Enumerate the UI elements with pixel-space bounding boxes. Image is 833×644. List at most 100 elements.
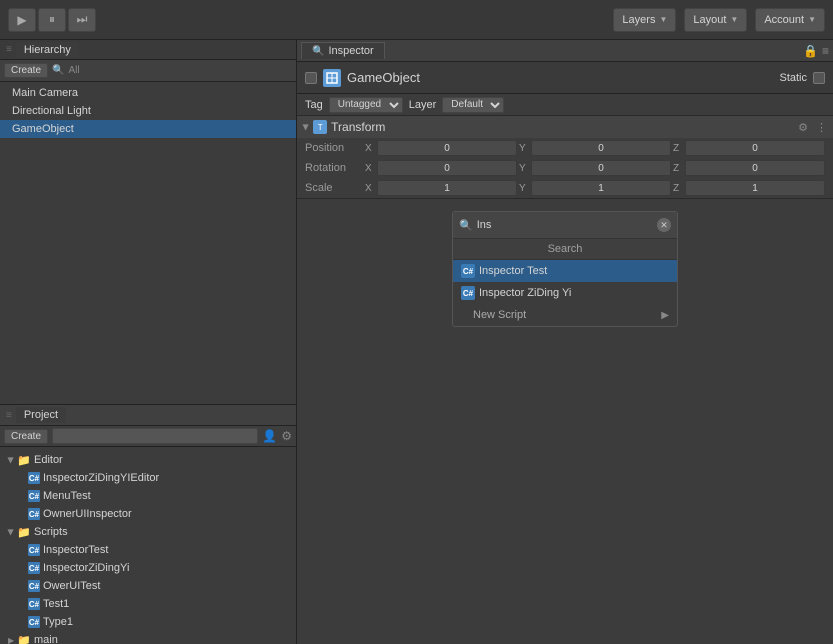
transform-label: Transform <box>331 120 385 134</box>
transform-component: ▶ T Transform ⚙ ⋮ Position X Y <box>297 116 833 199</box>
editor-folder-icon: 📁 <box>17 454 31 467</box>
transform-gear-icon[interactable]: ⚙ <box>798 121 808 134</box>
hierarchy-tab[interactable]: Hierarchy <box>16 42 79 58</box>
transform-header[interactable]: ▶ T Transform ⚙ ⋮ <box>297 116 833 138</box>
dropdown-item-inspector-zidingyi[interactable]: C# Inspector ZiDing Yi <box>453 282 677 304</box>
tree-item-test1[interactable]: C# Test1 <box>0 595 296 613</box>
inspector-tab-icon: 🔍 <box>312 46 324 57</box>
tree-item-menutest[interactable]: C# MenuTest <box>0 487 296 505</box>
scripts-folder-triangle: ▶ <box>7 529 16 535</box>
tree-item-inspectorzidingyi[interactable]: C# InspectorZiDingYi <box>0 559 296 577</box>
rotation-y-input[interactable] <box>531 160 671 176</box>
position-x-label: X <box>365 143 375 154</box>
position-xyz: X Y Z <box>365 140 825 156</box>
project-tree: ▶ 📁 Editor C# InspectorZiDingYIEditor C#… <box>0 447 296 644</box>
static-checkbox[interactable] <box>813 72 825 84</box>
hierarchy-item-directional-light[interactable]: Directional Light <box>0 102 296 120</box>
search-row: 🔍 ✕ <box>453 212 677 238</box>
search-label-row: Search <box>453 238 677 260</box>
tree-folder-scripts[interactable]: ▶ 📁 Scripts <box>0 523 296 541</box>
step-button[interactable]: ⏭ <box>68 8 96 32</box>
search-input[interactable] <box>477 219 653 231</box>
scale-label: Scale <box>305 182 365 194</box>
tree-item-type1[interactable]: C# Type1 <box>0 613 296 631</box>
add-component-area: 🔍 ✕ Search C# Inspector Test C# Inspecto… <box>297 199 833 335</box>
script-icon-inspectortest: C# <box>28 544 40 556</box>
scale-xyz: X Y Z <box>365 180 825 196</box>
account-dropdown-arrow: ▼ <box>808 15 816 24</box>
script-icon-menutest: C# <box>28 490 40 502</box>
tree-item-owneruiinspector[interactable]: C# OwnerUIInspector <box>0 505 296 523</box>
inspector-tab[interactable]: 🔍 Inspector <box>301 42 385 59</box>
script-icon-owneruiinspector: C# <box>28 508 40 520</box>
project-person-icon: 👤 <box>262 429 277 443</box>
transform-collapse-icon: ▶ <box>302 124 311 130</box>
static-label: Static <box>779 72 807 84</box>
transform-more-icon[interactable]: ⋮ <box>816 121 827 134</box>
main-folder-icon: 📁 <box>17 634 31 644</box>
script-icon-inspectorzidingyi-editor: C# <box>28 472 40 484</box>
project-create-button[interactable]: Create <box>4 429 48 444</box>
inspector-menu-icon[interactable]: ≡ <box>822 44 829 58</box>
tree-item-inspector-zidingyi-editor[interactable]: C# InspectorZiDingYIEditor <box>0 469 296 487</box>
clear-search-button[interactable]: ✕ <box>657 218 671 232</box>
layers-dropdown-arrow: ▼ <box>659 15 667 24</box>
scale-z-input[interactable] <box>685 180 825 196</box>
new-script-arrow: ▶ <box>661 310 669 321</box>
rotation-x-input[interactable] <box>377 160 517 176</box>
hierarchy-toolbar: Create 🔍 All <box>0 60 296 82</box>
position-z-field: Z <box>673 140 825 156</box>
position-x-input[interactable] <box>377 140 517 156</box>
scale-x-input[interactable] <box>377 180 517 196</box>
layout-dropdown[interactable]: Layout ▼ <box>684 8 747 32</box>
account-dropdown[interactable]: Account ▼ <box>755 8 825 32</box>
inspector-object-header: GameObject Static <box>297 62 833 94</box>
scale-row: Scale X Y Z <box>297 178 833 198</box>
dropdown-item-inspector-test[interactable]: C# Inspector Test <box>453 260 677 282</box>
scale-z-label: Z <box>673 183 683 194</box>
play-button[interactable]: ▶ <box>8 8 36 32</box>
script-icon-test1: C# <box>28 598 40 610</box>
scale-y-input[interactable] <box>531 180 671 196</box>
inspector-lock-icon[interactable]: 🔒 <box>803 44 818 58</box>
hierarchy-create-button[interactable]: Create <box>4 63 48 78</box>
rotation-label: Rotation <box>305 162 365 174</box>
position-label: Position <box>305 142 365 154</box>
scale-x-field: X <box>365 180 517 196</box>
layers-dropdown[interactable]: Layers ▼ <box>613 8 676 32</box>
rotation-x-field: X <box>365 160 517 176</box>
editor-folder-triangle: ▶ <box>7 457 16 463</box>
scripts-folder-icon: 📁 <box>17 526 31 539</box>
project-hamburger-icon: ≡ <box>6 410 12 421</box>
tag-select[interactable]: Untagged <box>329 97 403 113</box>
left-panel: ≡ Hierarchy Create 🔍 All Main Camera Dir… <box>0 40 297 644</box>
tree-item-inspectortest[interactable]: C# InspectorTest <box>0 541 296 559</box>
tree-item-oweruittest[interactable]: C# OwerUITest <box>0 577 296 595</box>
scale-y-label: Y <box>519 183 529 194</box>
position-z-input[interactable] <box>685 140 825 156</box>
main-content: ≡ Hierarchy Create 🔍 All Main Camera Dir… <box>0 40 833 644</box>
hierarchy-item-main-camera[interactable]: Main Camera <box>0 84 296 102</box>
object-active-checkbox[interactable] <box>305 72 317 84</box>
script-icon-oweruittest: C# <box>28 580 40 592</box>
right-panel: 🔍 Inspector 🔒 ≡ GameObject Static Tag Un… <box>297 40 833 644</box>
tag-label: Tag <box>305 99 323 111</box>
script-icon-type1: C# <box>28 616 40 628</box>
tree-folder-editor[interactable]: ▶ 📁 Editor <box>0 451 296 469</box>
layer-select[interactable]: Default <box>442 97 504 113</box>
project-tab[interactable]: Project <box>16 407 66 423</box>
hierarchy-item-gameobject[interactable]: GameObject <box>0 120 296 138</box>
position-y-input[interactable] <box>531 140 671 156</box>
tree-item-main[interactable]: ▶ 📁 main <box>0 631 296 644</box>
scale-x-label: X <box>365 183 375 194</box>
pause-button[interactable]: ⏸ <box>38 8 66 32</box>
dropdown-item-new-script[interactable]: New Script ▶ <box>453 304 677 326</box>
transform-component-icon: T <box>313 120 327 134</box>
object-icon <box>323 69 341 87</box>
project-search-input[interactable] <box>52 428 258 444</box>
project-settings-icon: ⚙ <box>281 429 292 443</box>
position-y-label: Y <box>519 143 529 154</box>
hierarchy-all-label: All <box>68 65 79 76</box>
inspector-zidingyi-icon: C# <box>461 286 475 300</box>
rotation-z-input[interactable] <box>685 160 825 176</box>
